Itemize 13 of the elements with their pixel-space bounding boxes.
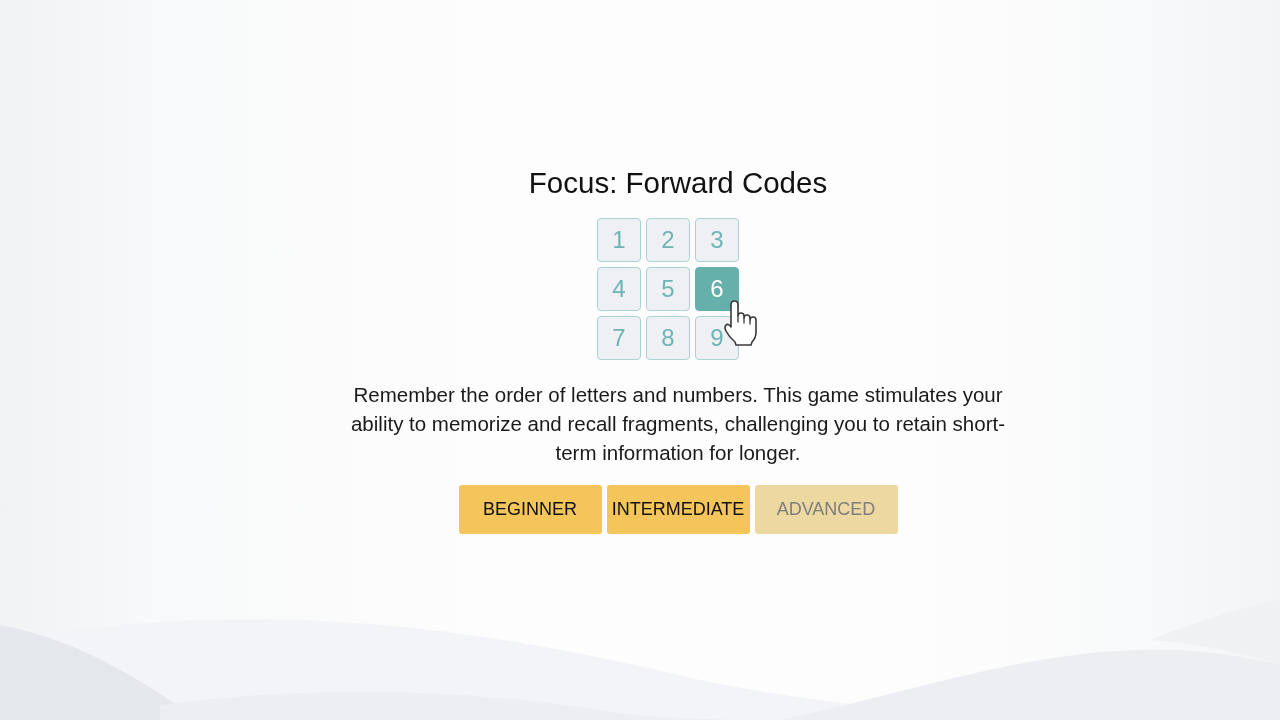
keypad-key: 2 [646,218,690,262]
keypad-key: 8 [646,316,690,360]
keypad-key: 6 [695,267,739,311]
hand-pointer-icon [723,300,758,347]
game-description: Remember the order of letters and numbers. This game stimulates your ability to memorize and recall fragments, challenging you to retain short-term information for longer. [349,382,1006,466]
keypad-key: 1 [597,218,641,262]
keypad-key: 3 [695,218,739,262]
keypad-key: 5 [646,267,690,311]
difficulty-button[interactable]: BEGINNER [458,485,602,534]
keypad-key: 7 [597,316,641,360]
difficulty-button[interactable]: INTERMEDIATE [606,485,750,534]
game-title: Focus: Forward Codes [528,165,828,201]
keypad-key: 4 [597,267,641,311]
